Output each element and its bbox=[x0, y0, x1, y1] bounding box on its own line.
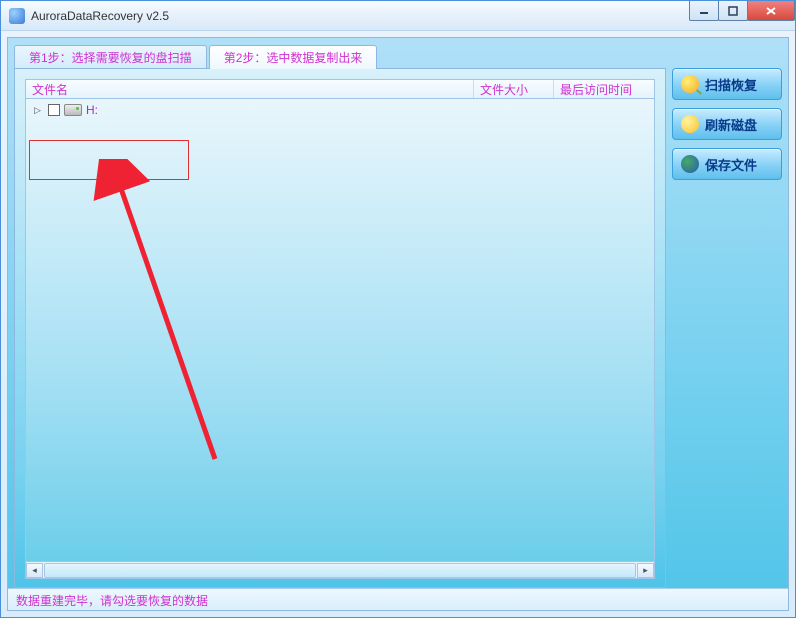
app-icon bbox=[9, 8, 25, 24]
maximize-icon bbox=[728, 6, 738, 16]
refresh-disk-label: 刷新磁盘 bbox=[705, 115, 757, 134]
save-icon bbox=[681, 155, 699, 173]
app-window: AuroraDataRecovery v2.5 第1步：选择需要恢复的盘扫描 第… bbox=[0, 0, 796, 618]
horizontal-scrollbar[interactable]: ◂ ▸ bbox=[25, 562, 655, 579]
client-area: 第1步：选择需要恢复的盘扫描 第2步：选中数据复制出来 文件名 文件大小 最后访… bbox=[7, 37, 789, 611]
window-title: AuroraDataRecovery v2.5 bbox=[31, 9, 169, 23]
drive-icon bbox=[64, 104, 82, 116]
scroll-thumb[interactable] bbox=[44, 563, 636, 578]
content-panel: 文件名 文件大小 最后访问时间 ▷ H: ◂ ▸ bbox=[14, 68, 666, 588]
tree-row-drive[interactable]: ▷ H: bbox=[26, 99, 654, 121]
column-filesize[interactable]: 文件大小 bbox=[474, 80, 554, 98]
window-controls bbox=[690, 1, 795, 21]
tab-step2[interactable]: 第2步：选中数据复制出来 bbox=[209, 45, 378, 69]
status-bar: 数据重建完毕，请勾选要恢复的数据 bbox=[8, 588, 788, 610]
scan-recover-button[interactable]: 扫描恢复 bbox=[672, 68, 782, 100]
scroll-right-button[interactable]: ▸ bbox=[637, 563, 654, 578]
close-button[interactable] bbox=[747, 1, 795, 21]
tabs-row: 第1步：选择需要恢复的盘扫描 第2步：选中数据复制出来 bbox=[14, 44, 782, 68]
tab-step1[interactable]: 第1步：选择需要恢复的盘扫描 bbox=[14, 45, 207, 69]
list-header: 文件名 文件大小 最后访问时间 bbox=[25, 79, 655, 99]
refresh-icon bbox=[681, 115, 699, 133]
refresh-disk-button[interactable]: 刷新磁盘 bbox=[672, 108, 782, 140]
magnify-icon bbox=[681, 75, 699, 93]
main-row: 文件名 文件大小 最后访问时间 ▷ H: ◂ ▸ bbox=[14, 68, 782, 588]
minimize-button[interactable] bbox=[689, 1, 719, 21]
title-bar[interactable]: AuroraDataRecovery v2.5 bbox=[1, 1, 795, 31]
close-icon bbox=[765, 6, 777, 16]
checkbox[interactable] bbox=[48, 104, 60, 116]
save-file-button[interactable]: 保存文件 bbox=[672, 148, 782, 180]
maximize-button[interactable] bbox=[718, 1, 748, 21]
save-file-label: 保存文件 bbox=[705, 155, 757, 174]
scan-recover-label: 扫描恢复 bbox=[705, 75, 757, 94]
drive-label: H: bbox=[86, 103, 98, 117]
scroll-left-button[interactable]: ◂ bbox=[26, 563, 43, 578]
expand-icon[interactable]: ▷ bbox=[34, 105, 44, 116]
file-tree: ▷ H: bbox=[25, 99, 655, 562]
column-filename[interactable]: 文件名 bbox=[26, 80, 474, 98]
side-panel: 扫描恢复 刷新磁盘 保存文件 bbox=[672, 68, 782, 588]
minimize-icon bbox=[699, 6, 709, 16]
column-lastaccess[interactable]: 最后访问时间 bbox=[554, 80, 654, 98]
